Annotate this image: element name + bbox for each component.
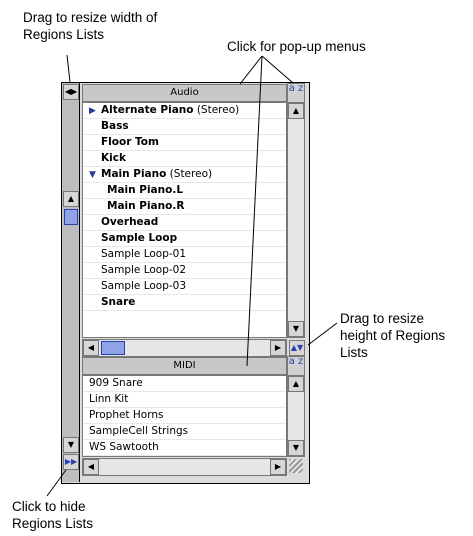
audio-region-name: Sample Loop-03 xyxy=(101,280,187,292)
midi-list-header[interactable]: MIDI xyxy=(82,357,287,375)
audio-sort-icon[interactable]: a z xyxy=(287,83,305,103)
audio-region-name: Floor Tom xyxy=(101,136,159,148)
audio-region-item[interactable]: ▶ Alternate Piano (Stereo) xyxy=(83,103,286,119)
midi-region-item[interactable]: Prophet Horns xyxy=(83,408,286,424)
midi-list-vertical-scrollbar[interactable]: ▲ ▼ xyxy=(287,375,305,457)
midi-list-horizontal-scrollbar[interactable]: ◀ ▶ xyxy=(82,458,287,476)
audio-regions-list: ▶ Alternate Piano (Stereo) Bass Floor Tom Ki… xyxy=(82,102,287,338)
audio-region-item[interactable]: Sample Loop-03 xyxy=(83,279,286,295)
midi-scroll-left-button[interactable]: ◀ xyxy=(83,459,99,475)
disclosure-closed-icon[interactable]: ▶ xyxy=(89,104,99,119)
scroll-thumb[interactable] xyxy=(64,209,78,225)
audio-region-name: Main Piano xyxy=(101,168,167,180)
horizontal-scroll-thumb[interactable] xyxy=(101,341,125,355)
leader-resize-height xyxy=(307,322,338,346)
audio-region-item[interactable]: Bass xyxy=(83,119,286,135)
audio-region-item[interactable]: Sample Loop-02 xyxy=(83,263,286,279)
callout-popup-menus: Click for pop-up menus xyxy=(227,39,366,54)
leader-popup-az xyxy=(261,55,294,84)
audio-region-name: Sample Loop xyxy=(101,232,178,244)
scroll-down-button[interactable]: ▼ xyxy=(63,437,79,453)
audio-region-item[interactable]: Main Piano.R xyxy=(83,199,286,215)
midi-region-item[interactable]: Linn Kit xyxy=(83,392,286,408)
midi-sort-icon[interactable]: a z xyxy=(287,356,305,376)
audio-region-item[interactable]: Kick xyxy=(83,151,286,167)
audio-region-suffix: (Stereo) xyxy=(166,168,213,180)
audio-region-name: Main Piano.R xyxy=(107,200,185,212)
leader-resize-width xyxy=(66,54,71,83)
disclosure-open-icon[interactable]: ▼ xyxy=(89,168,99,183)
midi-regions-list: 909 Snare Linn Kit Prophet Horns SampleCell… xyxy=(82,375,287,457)
audio-region-name: Sample Loop-02 xyxy=(101,264,187,276)
audio-region-name: Bass xyxy=(101,120,129,132)
midi-scroll-right-button[interactable]: ▶ xyxy=(270,459,286,475)
audio-region-name: Kick xyxy=(101,152,126,164)
resize-width-handle[interactable]: ◀▶ xyxy=(63,84,79,100)
callout-resize-width: Drag to resize width of Regions Lists xyxy=(23,10,158,42)
audio-region-item[interactable]: Overhead xyxy=(83,215,286,231)
midi-region-item[interactable]: WS Sawtooth xyxy=(83,440,286,456)
edit-window-scrollbar[interactable] xyxy=(62,83,80,482)
audio-region-item[interactable]: Main Piano.L xyxy=(83,183,286,199)
audio-region-name: Snare xyxy=(101,296,136,308)
hide-regions-lists-button[interactable]: ▶▶ xyxy=(63,454,79,470)
resize-height-handle[interactable]: ▲▼ xyxy=(289,340,305,356)
audio-region-item[interactable]: Sample Loop-01 xyxy=(83,247,286,263)
audio-region-name: Overhead xyxy=(101,216,159,228)
audio-region-suffix: (Stereo) xyxy=(193,104,240,116)
audio-scroll-left-button[interactable]: ◀ xyxy=(83,340,99,356)
audio-region-item[interactable]: ▼ Main Piano (Stereo) xyxy=(83,167,286,183)
midi-region-item[interactable]: SampleCell Strings xyxy=(83,424,286,440)
audio-scroll-right-button[interactable]: ▶ xyxy=(270,340,286,356)
midi-region-item[interactable]: 909 Snare xyxy=(83,376,286,392)
audio-region-item[interactable]: Floor Tom xyxy=(83,135,286,151)
regions-lists-panel: ◀▶ ▲ ▼ ▶▶ Audio a z ▶ Alternate Piano (St… xyxy=(61,82,310,484)
audio-region-name: Sample Loop-01 xyxy=(101,248,187,260)
audio-list-horizontal-scrollbar[interactable]: ◀ ▶ xyxy=(82,339,287,357)
audio-list-header[interactable]: Audio xyxy=(82,84,287,102)
audio-region-item[interactable]: Snare xyxy=(83,295,286,311)
audio-scroll-up-button[interactable]: ▲ xyxy=(288,103,304,119)
leader-popup-audio xyxy=(239,55,263,85)
callout-hide-lists: Click to hide Regions Lists xyxy=(12,499,94,531)
window-resize-grip-icon[interactable] xyxy=(289,459,303,473)
audio-list-vertical-scrollbar[interactable]: ▲ ▼ xyxy=(287,102,305,338)
midi-scroll-down-button[interactable]: ▼ xyxy=(288,440,304,456)
midi-scroll-up-button[interactable]: ▲ xyxy=(288,376,304,392)
callout-resize-height: Drag to resize height of Regions Lists xyxy=(340,311,446,360)
audio-region-item[interactable]: Sample Loop xyxy=(83,231,286,247)
audio-scroll-down-button[interactable]: ▼ xyxy=(288,321,304,337)
audio-region-name: Main Piano.L xyxy=(107,184,184,196)
scroll-up-button[interactable]: ▲ xyxy=(63,191,79,207)
audio-region-name: Alternate Piano xyxy=(101,104,194,116)
